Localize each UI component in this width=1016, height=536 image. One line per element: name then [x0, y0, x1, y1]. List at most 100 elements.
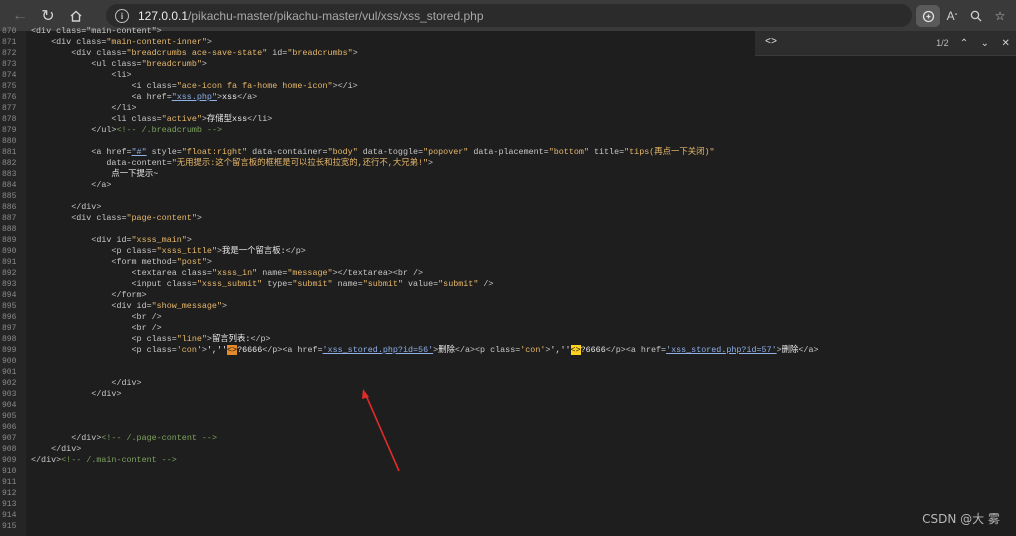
line-number: 911 — [2, 478, 17, 487]
toolbar-actions: A “ ☆ — [916, 5, 1012, 27]
line-code: <div class="breadcrumbs ace-save-state" … — [31, 48, 358, 59]
favorite-star-icon[interactable]: ☆ — [988, 5, 1012, 27]
code-token: ></textarea><br /> — [332, 268, 424, 278]
source-link[interactable]: "#" — [132, 147, 147, 157]
line-code: <a href="xss.php">xss</a> — [31, 92, 258, 103]
code-token: <br /> — [31, 312, 162, 322]
url-text: 127.0.0.1/pikachu-master/pikachu-master/… — [138, 9, 484, 23]
close-icon[interactable]: ✕ — [995, 38, 1016, 49]
source-line: 887 <div class="page-content"> — [0, 213, 1016, 224]
find-previous-icon[interactable]: ⌃ — [954, 38, 975, 49]
line-code: <br /> — [31, 312, 162, 323]
code-token: > — [186, 235, 192, 245]
line-number: 908 — [2, 445, 17, 454]
line-number: 877 — [2, 104, 17, 113]
code-token: "body" — [327, 147, 358, 157]
line-number: 870 — [2, 27, 17, 36]
line-number: 873 — [2, 60, 17, 69]
line-code: </form> — [31, 290, 146, 301]
line-number: 883 — [2, 170, 17, 179]
code-token: 存储型xss — [206, 114, 248, 124]
source-line: 880 — [0, 136, 1016, 147]
line-number: 910 — [2, 467, 17, 476]
source-line: 891 <form method="post"> — [0, 257, 1016, 268]
source-line: 875 <i class="ace-icon fa fa-home home-i… — [0, 81, 1016, 92]
find-input[interactable]: <> — [759, 32, 931, 54]
text-size-icon[interactable]: A “ — [940, 5, 964, 27]
code-token: ','' — [206, 345, 228, 355]
code-token: "xsss_in" — [211, 268, 258, 278]
info-icon[interactable]: i — [115, 8, 129, 23]
code-token: title= — [588, 147, 625, 157]
code-token: <p class= — [31, 246, 157, 256]
line-number: 884 — [2, 181, 17, 190]
code-token: 留言列表: — [211, 334, 251, 344]
line-code: </a> — [31, 180, 111, 191]
find-bar: <> 1/2 ⌃ ⌄ ✕ — [755, 31, 1016, 56]
code-token: "breadcrumbs" — [287, 48, 353, 58]
code-token: <li class= — [31, 114, 162, 124]
code-token: 点一下提示~ — [31, 169, 159, 179]
code-token: <a href= — [31, 92, 172, 102]
line-number: 906 — [2, 423, 17, 432]
code-token: 我是一个留言板: — [222, 246, 286, 256]
line-number: 872 — [2, 49, 17, 58]
code-token: > — [222, 301, 228, 311]
line-number: 874 — [2, 71, 17, 80]
line-code: <div class="main-content"> — [31, 26, 162, 37]
code-token: <p class= — [31, 345, 177, 355]
line-number: 887 — [2, 214, 17, 223]
source-link[interactable]: 'xss_stored.php?id=57' — [666, 345, 777, 355]
source-line: 901 — [0, 367, 1016, 378]
find-next-icon[interactable]: ⌄ — [974, 38, 995, 49]
source-line: 904 — [0, 400, 1016, 411]
code-token: ?6666 — [580, 345, 606, 355]
line-number: 879 — [2, 126, 17, 135]
code-token: </div> — [31, 444, 82, 454]
source-line: 898 <p class="line">留言列表:</p> — [0, 334, 1016, 345]
code-token: <br /> — [31, 323, 162, 333]
code-token: 'con' — [176, 345, 202, 355]
source-line: 886 </div> — [0, 202, 1016, 213]
source-line: 906 — [0, 422, 1016, 433]
code-token: > — [352, 48, 358, 58]
line-number: 886 — [2, 203, 17, 212]
source-line: 889 <div id="xsss_main"> — [0, 235, 1016, 246]
line-code: <p class="line">留言列表:</p> — [31, 334, 271, 345]
line-code: <div class="page-content"> — [31, 213, 202, 224]
watermark: CSDN @大 雾 — [922, 512, 1000, 526]
line-number: 907 — [2, 434, 17, 443]
code-token: data-container= — [247, 147, 328, 157]
zoom-icon[interactable] — [964, 5, 988, 27]
line-number: 892 — [2, 269, 17, 278]
code-token: "float:right" — [181, 147, 248, 157]
line-number: 894 — [2, 291, 17, 300]
code-token: "show_message" — [151, 301, 222, 311]
address-bar[interactable]: i 127.0.0.1/pikachu-master/pikachu-maste… — [106, 4, 912, 27]
code-token: 'con' — [520, 345, 546, 355]
line-number: 882 — [2, 159, 17, 168]
line-number: 903 — [2, 390, 17, 399]
source-line: 882 data-content="无用提示:这个留言板的框框是可以拉长和拉宽的… — [0, 158, 1016, 169]
source-line: 885 — [0, 191, 1016, 202]
url-path: /pikachu-master/pikachu-master/vul/xss/x… — [188, 8, 484, 23]
code-token: "submit" — [292, 279, 333, 289]
code-token: id= — [267, 48, 288, 58]
code-token: "message" — [287, 268, 333, 278]
line-number: 888 — [2, 225, 17, 234]
line-number: 875 — [2, 82, 17, 91]
code-token: ?6666 — [237, 345, 263, 355]
line-code: </div> — [31, 202, 101, 213]
code-token: data-toggle= — [357, 147, 424, 157]
code-token: "popover" — [423, 147, 469, 157]
source-link[interactable]: 'xss_stored.php?id=56' — [323, 345, 434, 355]
source-line: 914 — [0, 510, 1016, 521]
line-number: 898 — [2, 335, 17, 344]
read-aloud-icon[interactable] — [916, 5, 940, 27]
code-token: > — [201, 59, 207, 69]
line-code: </div> — [31, 444, 81, 455]
code-token: "tips(再点一下关闭)" — [624, 147, 715, 157]
line-code: <li> — [31, 70, 131, 81]
line-number: 913 — [2, 500, 17, 509]
source-link[interactable]: "xss.php" — [172, 92, 217, 102]
